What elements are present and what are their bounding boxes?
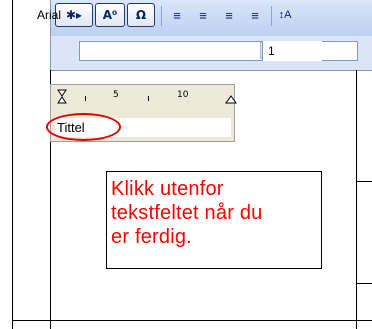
highlight-circle [46, 113, 121, 141]
field-button[interactable]: A⁰ [95, 3, 125, 27]
page-border-line [12, 0, 13, 329]
document-top-border [50, 70, 372, 71]
toolbar-separator [271, 6, 272, 26]
font-size-value: 1 [268, 44, 275, 58]
instruction-callout: Klikk utenfor tekstfeltet når du er ferd… [106, 171, 322, 269]
align-center-icon[interactable]: ≡ [191, 3, 215, 27]
toolbar-row-top: ✱▸ A⁰ Ω ≡ ≡ ≡ ≡ ↕A [51, 0, 372, 36]
instruction-text: Klikk utenfor tekstfeltet når du er ferd… [111, 178, 263, 248]
ruler-number: 5 [113, 90, 119, 100]
table-column-line [356, 70, 357, 329]
font-family-value: Arial [37, 8, 62, 22]
align-justify-icon[interactable]: ≡ [243, 3, 267, 27]
toolbar-separator [161, 6, 162, 26]
table-row-line [356, 283, 372, 284]
ruler: 5 10 [53, 87, 237, 107]
align-left-icon[interactable]: ≡ [165, 3, 189, 27]
ruler-tick [85, 96, 86, 101]
align-right-icon[interactable]: ≡ [217, 3, 241, 27]
ruler-number: 10 [177, 90, 189, 100]
toolbar-row-font [51, 36, 372, 70]
ruler-tick [148, 96, 149, 101]
line-spacing-icon[interactable]: ↕A [273, 3, 297, 27]
right-indent-icon[interactable] [225, 95, 237, 105]
formatting-toolbar: ✱▸ A⁰ Ω ≡ ≡ ≡ ≡ ↕A [50, 0, 372, 70]
symbol-button[interactable]: Ω [127, 3, 155, 27]
document-bottom-border [12, 320, 372, 321]
first-line-indent-icon[interactable] [57, 89, 67, 105]
table-row-line [356, 181, 372, 182]
